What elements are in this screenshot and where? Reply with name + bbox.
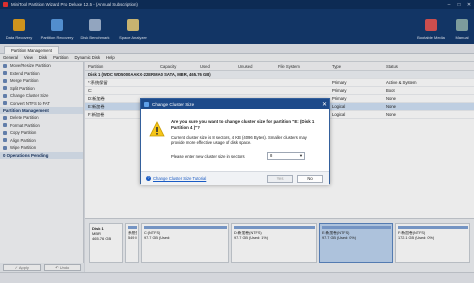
yes-button[interactable]: Yes (267, 175, 293, 183)
cluster-size-select[interactable]: 8 ▼ (267, 152, 305, 160)
dialog-body: Are you sure you want to change cluster … (141, 109, 329, 171)
cluster-info: Current cluster size is 8 sectors, 4 KB … (171, 135, 307, 146)
tutorial-link-text: Change Cluster Size Tutorial (153, 176, 207, 181)
chevron-down-icon: ▼ (299, 153, 303, 158)
cluster-size-label: Please enter new cluster size in sectors (171, 154, 245, 159)
dialog-title: Change Cluster Size (152, 101, 195, 107)
warning-icon (149, 121, 165, 137)
dialog-footer: ? Change Cluster Size Tutorial Yes No (141, 171, 329, 185)
tutorial-link[interactable]: ? Change Cluster Size Tutorial (146, 176, 206, 181)
no-button[interactable]: No (297, 175, 323, 183)
change-cluster-size-dialog: Change Cluster Size ✕ Are you sure you w… (140, 98, 330, 185)
dialog-close-icon[interactable]: ✕ (320, 101, 329, 108)
confirmation-question: Are you sure you want to change cluster … (171, 119, 315, 130)
dialog-title-bar: Change Cluster Size ✕ (141, 99, 329, 109)
help-icon: ? (146, 176, 151, 181)
cluster-size-value: 8 (270, 153, 273, 158)
dialog-app-icon (144, 101, 149, 107)
